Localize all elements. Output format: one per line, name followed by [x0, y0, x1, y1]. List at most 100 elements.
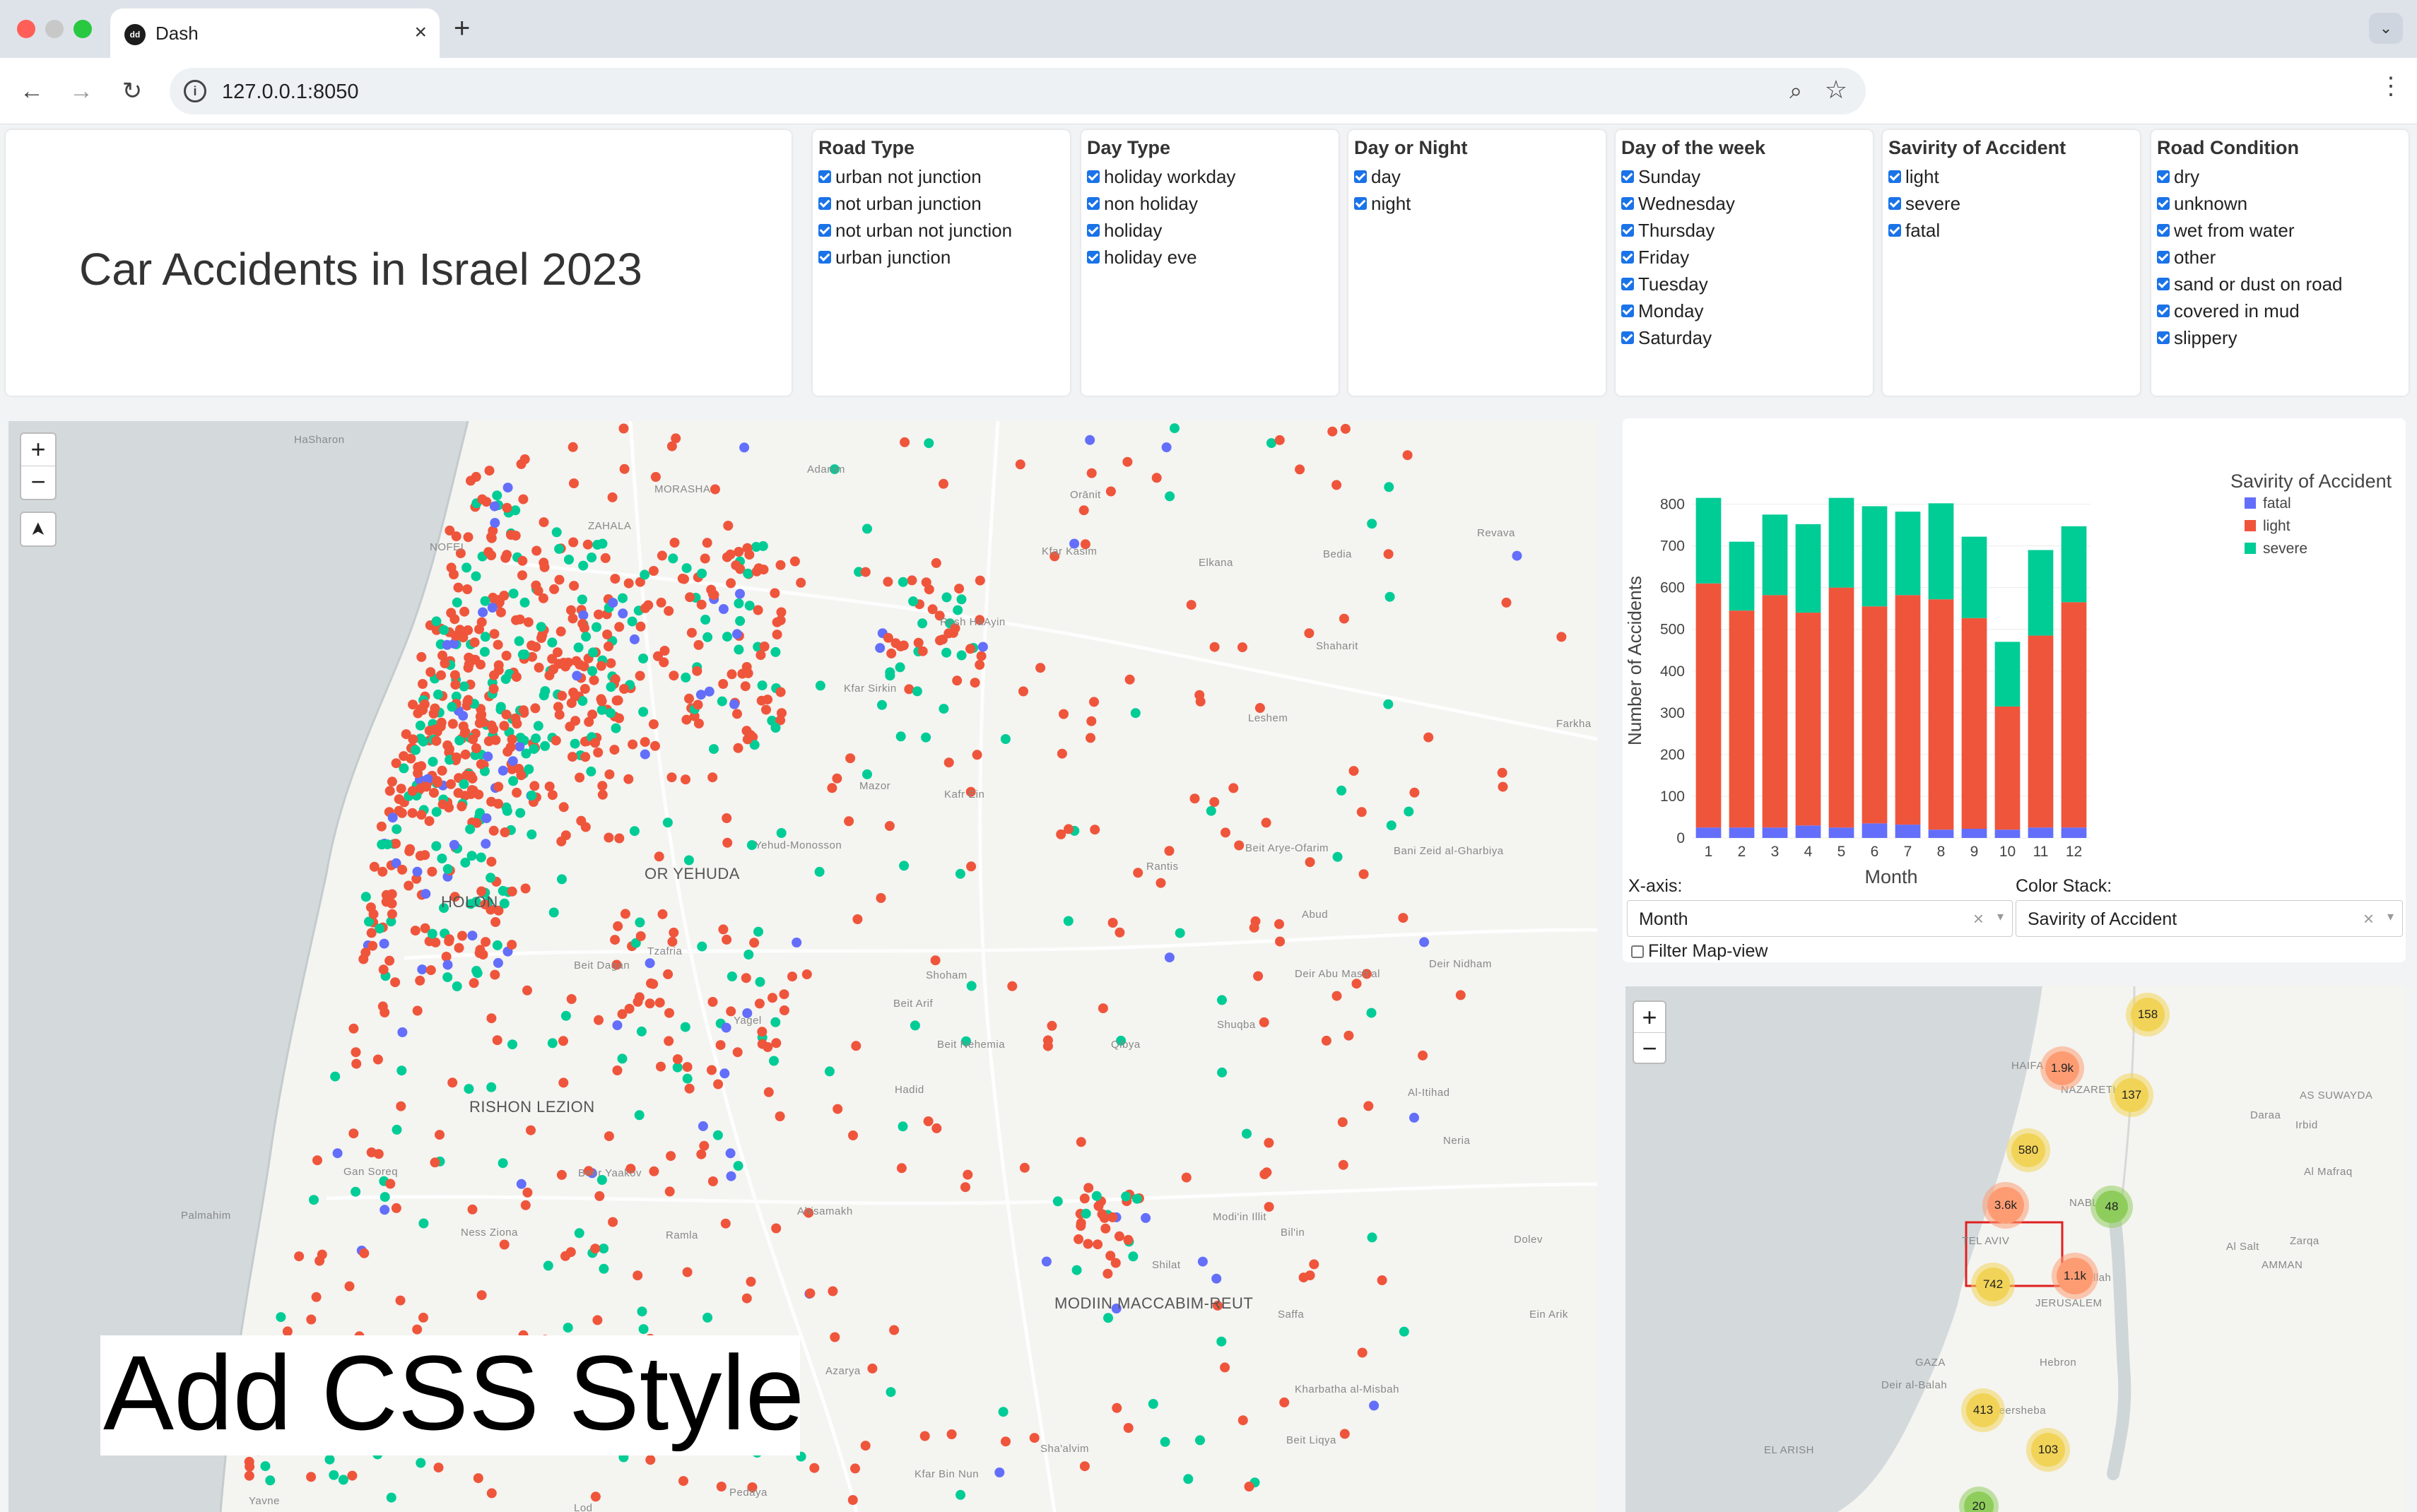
legend-swatch[interactable]: [2245, 520, 2256, 531]
accident-point[interactable]: [1418, 1050, 1428, 1061]
cluster-marker[interactable]: 3.6k: [1982, 1182, 2029, 1229]
accident-point[interactable]: [1197, 1256, 1208, 1267]
bar-segment-severe[interactable]: [1762, 514, 1788, 596]
back-arrow-icon[interactable]: ←: [16, 75, 48, 107]
accident-point[interactable]: [1209, 797, 1220, 808]
accident-point[interactable]: [908, 596, 919, 607]
accident-point[interactable]: [1367, 519, 1377, 529]
accident-point[interactable]: [431, 616, 442, 627]
accident-point[interactable]: [1206, 805, 1216, 816]
accident-point[interactable]: [512, 787, 522, 798]
accident-point[interactable]: [429, 788, 439, 798]
accident-point[interactable]: [445, 525, 455, 536]
accident-point[interactable]: [351, 1058, 362, 1069]
accident-point[interactable]: [814, 866, 825, 877]
accident-point[interactable]: [704, 686, 714, 697]
address-bar[interactable]: i 127.0.0.1:8050 ⌕ ☆: [170, 68, 1866, 114]
accident-point[interactable]: [1228, 783, 1239, 793]
cluster-marker[interactable]: 48: [2090, 1186, 2133, 1228]
accident-point[interactable]: [757, 680, 768, 691]
accident-point[interactable]: [594, 609, 604, 620]
accident-point[interactable]: [1337, 1117, 1348, 1128]
accident-point[interactable]: [744, 550, 755, 560]
accident-point[interactable]: [444, 936, 454, 947]
accident-point[interactable]: [1122, 456, 1133, 467]
accident-point[interactable]: [669, 538, 680, 548]
accident-point[interactable]: [710, 484, 720, 495]
accident-point[interactable]: [440, 658, 450, 668]
accident-point[interactable]: [486, 533, 497, 543]
filter-option[interactable]: other: [2157, 244, 2409, 271]
accident-point[interactable]: [565, 721, 575, 732]
accident-point[interactable]: [519, 597, 530, 608]
accident-point[interactable]: [560, 1251, 570, 1261]
accident-point[interactable]: [1366, 1008, 1377, 1018]
accident-point[interactable]: [1029, 1433, 1040, 1443]
checkbox[interactable]: [1621, 170, 1634, 183]
checkbox[interactable]: [2157, 331, 2170, 344]
accident-point[interactable]: [1498, 781, 1508, 792]
bar-segment-fatal[interactable]: [1928, 829, 1954, 838]
accident-point[interactable]: [507, 1039, 517, 1050]
accident-point[interactable]: [536, 622, 546, 632]
filter-option[interactable]: fatal: [1888, 217, 2140, 244]
accident-point[interactable]: [732, 629, 742, 639]
accident-point[interactable]: [1402, 450, 1413, 461]
accident-point[interactable]: [568, 442, 578, 452]
accident-point[interactable]: [620, 909, 630, 919]
accident-point[interactable]: [507, 734, 517, 745]
accident-point[interactable]: [508, 776, 519, 786]
accident-point[interactable]: [1086, 733, 1095, 743]
accident-point[interactable]: [698, 1121, 708, 1131]
bar-segment-light[interactable]: [1828, 587, 1854, 828]
accident-point[interactable]: [640, 737, 650, 748]
accident-point[interactable]: [1071, 1265, 1082, 1275]
accident-point[interactable]: [508, 589, 519, 599]
bar-segment-light[interactable]: [1961, 618, 1987, 829]
accident-point[interactable]: [1383, 699, 1394, 709]
accident-point[interactable]: [608, 598, 618, 608]
accident-point[interactable]: [663, 969, 674, 979]
accident-point[interactable]: [735, 589, 745, 599]
accident-point[interactable]: [500, 827, 510, 837]
accident-point[interactable]: [1221, 827, 1230, 838]
accident-point[interactable]: [895, 731, 906, 742]
accident-point[interactable]: [1099, 1212, 1110, 1223]
accident-point[interactable]: [776, 828, 787, 838]
accident-point[interactable]: [465, 824, 476, 834]
zoom-in-button[interactable]: +: [21, 434, 55, 466]
accident-point[interactable]: [410, 926, 421, 936]
accident-point[interactable]: [592, 540, 603, 550]
accident-point[interactable]: [640, 749, 650, 760]
accident-point[interactable]: [534, 662, 544, 673]
accident-point[interactable]: [659, 657, 669, 668]
accident-point[interactable]: [628, 739, 638, 750]
accident-point[interactable]: [498, 1158, 508, 1169]
accident-point[interactable]: [492, 1035, 502, 1046]
accident-point[interactable]: [609, 745, 620, 755]
accident-point[interactable]: [476, 659, 486, 670]
accident-point[interactable]: [629, 634, 640, 644]
checkbox[interactable]: [1621, 224, 1634, 237]
accident-point[interactable]: [418, 736, 428, 747]
accident-point[interactable]: [682, 1267, 693, 1277]
accident-point[interactable]: [907, 575, 917, 586]
filter-option[interactable]: Thursday: [1621, 217, 1873, 244]
accident-point[interactable]: [384, 955, 395, 966]
accident-point[interactable]: [956, 650, 967, 661]
accident-point[interactable]: [413, 768, 423, 779]
accident-point[interactable]: [771, 1038, 782, 1049]
accident-point[interactable]: [1217, 1067, 1228, 1077]
accident-point[interactable]: [718, 679, 729, 689]
accident-point[interactable]: [557, 690, 568, 701]
accident-point[interactable]: [717, 696, 727, 707]
accident-point[interactable]: [396, 784, 406, 794]
accident-point[interactable]: [607, 492, 618, 502]
chevron-down-icon[interactable]: ▾: [1997, 909, 2004, 924]
accident-point[interactable]: [604, 832, 614, 843]
accident-point[interactable]: [779, 989, 789, 1000]
accident-point[interactable]: [697, 568, 707, 579]
accident-point[interactable]: [1041, 1256, 1052, 1267]
accident-point[interactable]: [860, 567, 871, 577]
accident-point[interactable]: [886, 648, 897, 658]
